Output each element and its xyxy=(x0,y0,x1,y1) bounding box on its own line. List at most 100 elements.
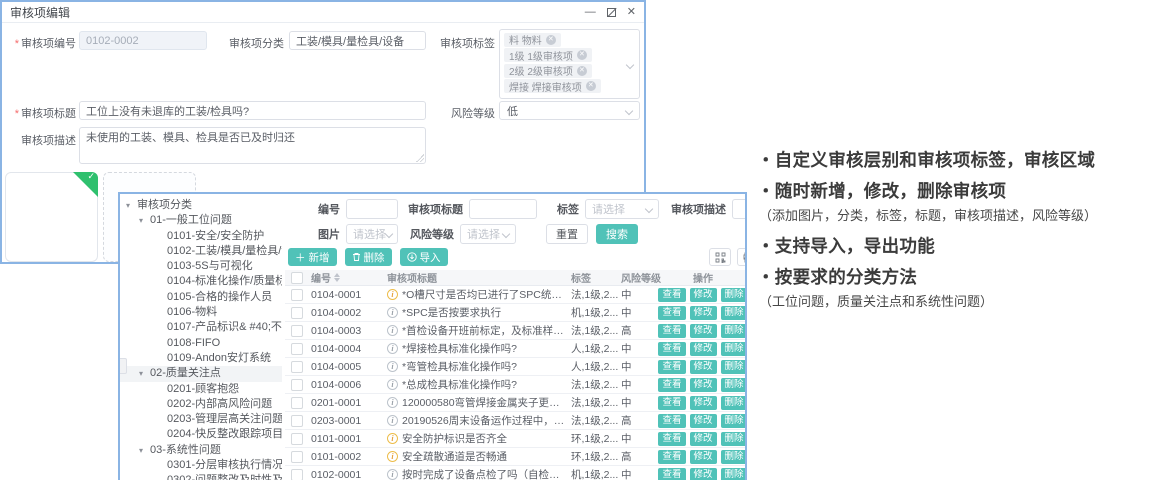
select-all-checkbox[interactable] xyxy=(291,272,303,284)
delete-row-button[interactable]: 删除 xyxy=(721,432,747,446)
title-field[interactable]: 工位上没有未退库的工装/检具吗? xyxy=(79,101,426,120)
tree-item[interactable]: ▾ 0204-快反整改跟踪项目 xyxy=(120,427,282,442)
row-checkbox[interactable] xyxy=(291,397,303,409)
delete-row-button[interactable]: 删除 xyxy=(721,396,747,410)
remove-tag-icon[interactable]: ✕ xyxy=(546,35,556,45)
delete-row-button[interactable]: 删除 xyxy=(721,288,747,302)
tree-item[interactable]: ▾ 0107-产品标识& #40;不合格和可疑 xyxy=(120,320,282,335)
tree-item[interactable]: ▾ 0203-管理层高关注问题 xyxy=(120,412,282,427)
delete-button[interactable]: 删除 xyxy=(345,248,392,266)
delete-row-button[interactable]: 删除 xyxy=(721,342,747,356)
edit-button[interactable]: 修改 xyxy=(690,288,717,302)
import-button[interactable]: 导入 xyxy=(400,248,448,266)
search-desc-input[interactable] xyxy=(732,199,747,219)
view-button[interactable]: 查看 xyxy=(658,396,685,410)
qr-code-icon[interactable] xyxy=(709,248,731,266)
row-checkbox[interactable] xyxy=(291,361,303,373)
row-checkbox[interactable] xyxy=(291,379,303,391)
reset-button[interactable]: 重置 xyxy=(546,224,588,244)
tree-item[interactable]: ▾ 0101-安全/安全防护 xyxy=(120,229,282,244)
delete-row-button[interactable]: 删除 xyxy=(721,378,747,392)
tree-item[interactable]: ▾ 审核项分类 xyxy=(120,198,282,213)
view-button[interactable]: 查看 xyxy=(658,306,685,320)
edit-button[interactable]: 修改 xyxy=(690,450,717,464)
search-button[interactable]: 搜索 xyxy=(596,224,638,244)
tree-item[interactable]: ▾ 0202-内部高风险问题 xyxy=(120,397,282,412)
edit-button[interactable]: 修改 xyxy=(690,414,717,428)
scrollbar-thumb[interactable] xyxy=(118,358,127,374)
view-button[interactable]: 查看 xyxy=(658,288,685,302)
maximize-icon[interactable] xyxy=(607,8,616,17)
image-thumbnail[interactable]: ✓ xyxy=(5,172,98,262)
delete-row-button[interactable]: 删除 xyxy=(721,414,747,428)
row-tags: 人,1级,2... xyxy=(571,359,621,374)
view-button[interactable]: 查看 xyxy=(658,468,685,480)
row-checkbox[interactable] xyxy=(291,415,303,427)
edit-button[interactable]: 修改 xyxy=(690,360,717,374)
delete-row-button[interactable]: 删除 xyxy=(721,360,747,374)
tree-item[interactable]: ▾ 02-质量关注点 xyxy=(120,366,282,381)
desc-textarea[interactable]: 未使用的工装、模具、检具是否已及时归还 xyxy=(79,127,426,164)
row-title: 20190526周末设备运作过程中，员工在未停机的状态下，徒手... xyxy=(402,413,567,428)
row-checkbox[interactable] xyxy=(291,325,303,337)
view-button[interactable]: 查看 xyxy=(658,432,685,446)
chevron-down-icon[interactable]: ▾ xyxy=(139,213,150,228)
view-button[interactable]: 查看 xyxy=(658,414,685,428)
tree-item[interactable]: ▾ 0104-标准化操作/质量标准 xyxy=(120,274,282,289)
add-button[interactable]: ＋新增 xyxy=(288,248,337,266)
delete-row-button[interactable]: 删除 xyxy=(721,306,747,320)
search-risk-select[interactable]: 请选择 xyxy=(460,224,516,244)
edit-button[interactable]: 修改 xyxy=(690,468,717,480)
row-checkbox[interactable] xyxy=(291,433,303,445)
view-button[interactable]: 查看 xyxy=(658,450,685,464)
view-button[interactable]: 查看 xyxy=(658,342,685,356)
search-number-input[interactable] xyxy=(346,199,398,219)
tree-item[interactable]: ▾ 0201-顾客抱怨 xyxy=(120,382,282,397)
remove-tag-icon[interactable]: ✕ xyxy=(577,66,587,76)
minimize-icon[interactable]: — xyxy=(585,7,596,18)
tree-item[interactable]: ▾ 0106-物料 xyxy=(120,305,282,320)
view-button[interactable]: 查看 xyxy=(658,360,685,374)
row-checkbox[interactable] xyxy=(291,343,303,355)
tree-item[interactable]: ▾ 0105-合格的操作人员 xyxy=(120,290,282,305)
risk-select[interactable]: 低 xyxy=(499,101,640,120)
edit-button[interactable]: 修改 xyxy=(690,342,717,356)
row-checkbox[interactable] xyxy=(291,469,303,480)
chevron-down-icon[interactable]: ▾ xyxy=(139,366,150,381)
printer-icon[interactable] xyxy=(737,248,747,266)
tree-item[interactable]: ▾ 01-一般工位问题 xyxy=(120,213,282,228)
tree-item[interactable]: ▾ 0102-工装/模具/量检具/设备 xyxy=(120,244,282,259)
delete-row-button[interactable]: 删除 xyxy=(721,468,747,480)
row-checkbox[interactable] xyxy=(291,451,303,463)
edit-button[interactable]: 修改 xyxy=(690,306,717,320)
close-icon[interactable]: ✕ xyxy=(627,7,636,18)
row-checkbox[interactable] xyxy=(291,307,303,319)
edit-button[interactable]: 修改 xyxy=(690,378,717,392)
tree-item[interactable]: ▾ 0109-Andon安灯系统 xyxy=(120,351,282,366)
tree-item[interactable]: ▾ 0302-问题整改及时性及有效性 xyxy=(120,473,282,480)
row-checkbox[interactable] xyxy=(291,289,303,301)
edit-button[interactable]: 修改 xyxy=(690,396,717,410)
search-image-select[interactable]: 请选择 xyxy=(346,224,398,244)
view-button[interactable]: 查看 xyxy=(658,378,685,392)
tree-item[interactable]: ▾ 0103-5S与可视化 xyxy=(120,259,282,274)
delete-row-button[interactable]: 删除 xyxy=(721,324,747,338)
tree-item[interactable]: ▾ 03-系统性问题 xyxy=(120,443,282,458)
tree-item[interactable]: ▾ 0108-FIFO xyxy=(120,336,282,351)
sort-icon[interactable] xyxy=(334,273,340,282)
tags-multiselect[interactable]: 料 物料✕ 1级 1级审核项✕ 2级 2级审核项✕ 焊接 焊接审核项✕ xyxy=(499,29,640,99)
edit-button[interactable]: 修改 xyxy=(690,432,717,446)
chevron-down-icon[interactable]: ▾ xyxy=(126,198,137,213)
edit-button[interactable]: 修改 xyxy=(690,324,717,338)
view-button[interactable]: 查看 xyxy=(658,324,685,338)
remove-tag-icon[interactable]: ✕ xyxy=(586,81,596,91)
resize-handle-icon[interactable] xyxy=(416,154,424,162)
chevron-down-icon xyxy=(385,230,393,238)
delete-row-button[interactable]: 删除 xyxy=(721,450,747,464)
remove-tag-icon[interactable]: ✕ xyxy=(577,50,587,60)
category-field[interactable]: 工装/模具/量检具/设备 xyxy=(289,31,426,50)
tree-item[interactable]: ▾ 0301-分层审核执行情况 xyxy=(120,458,282,473)
search-tag-select[interactable]: 请选择 xyxy=(585,199,659,219)
search-title-input[interactable] xyxy=(469,199,537,219)
chevron-down-icon[interactable]: ▾ xyxy=(139,443,150,458)
